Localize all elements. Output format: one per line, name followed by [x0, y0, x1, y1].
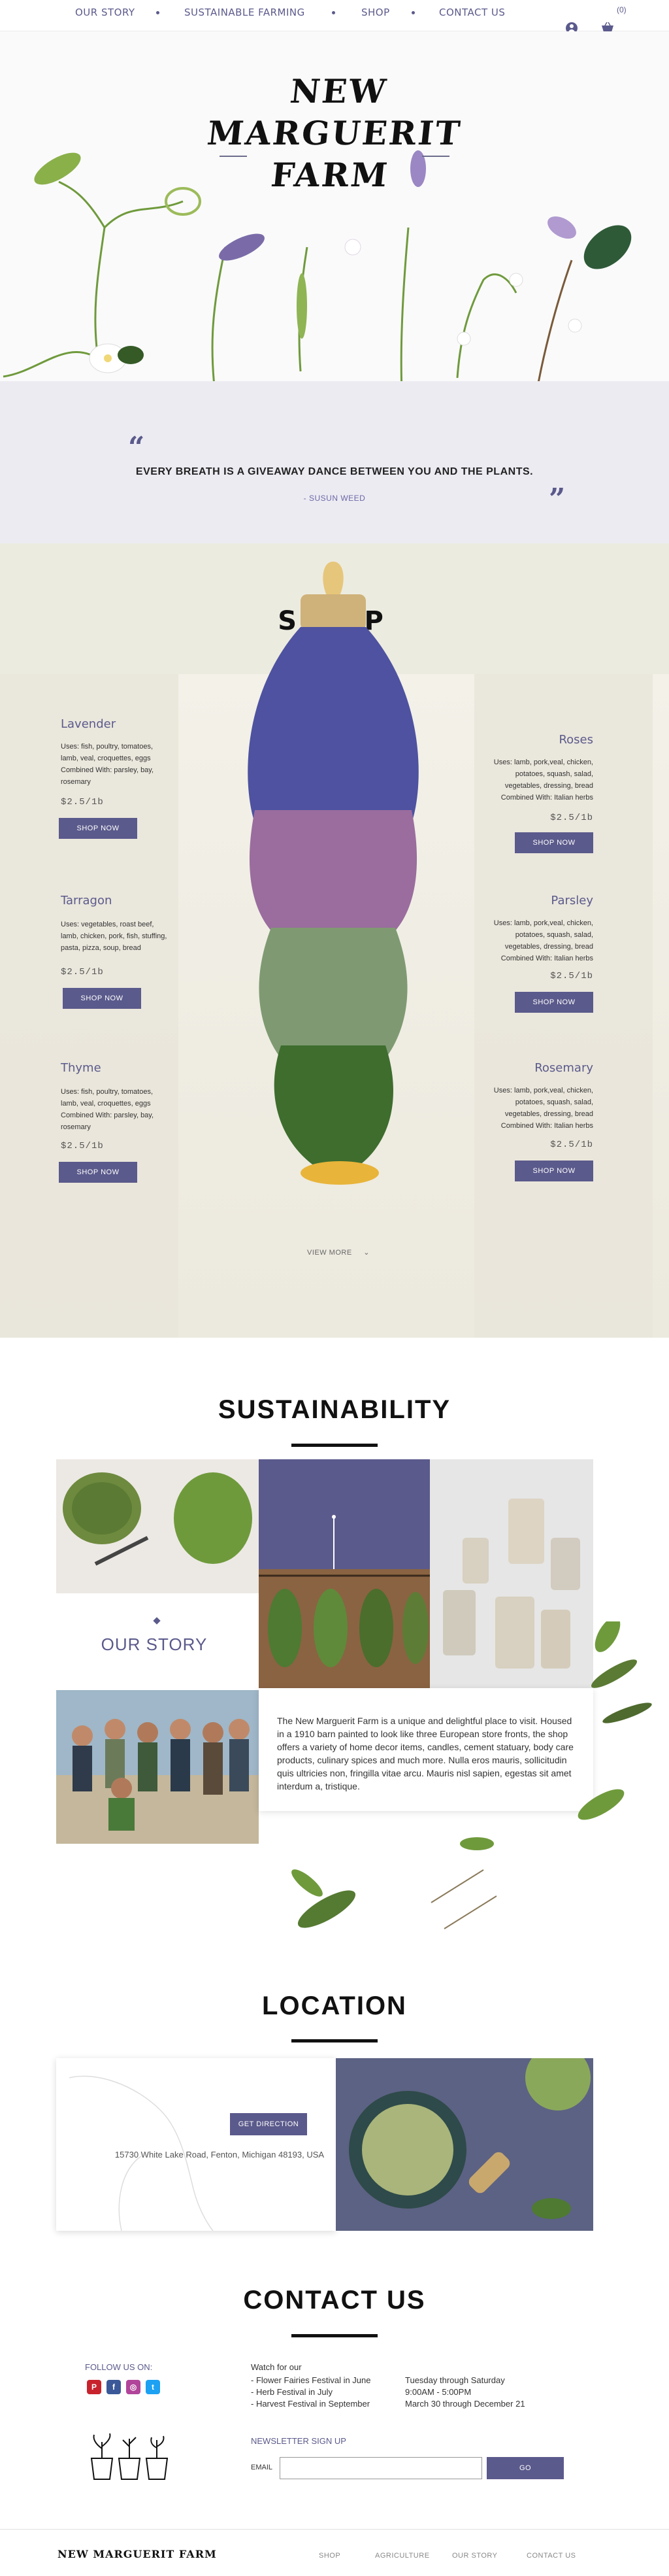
footer-contact-link[interactable]: CONTACT US: [527, 2552, 576, 2560]
herb-bowl-image: [56, 1459, 259, 1593]
follow-label: FOLLOW US ON:: [85, 2362, 153, 2372]
hero-rule-right: [422, 156, 449, 157]
open-quote-icon: “: [128, 431, 145, 464]
go-button[interactable]: GO: [487, 2457, 564, 2479]
email-field[interactable]: [280, 2457, 482, 2479]
shop-now-button[interactable]: SHOP NOW: [63, 988, 141, 1009]
quote-banner: “ EVERY BREATH IS A GIVEAWAY DANCE BETWE…: [0, 381, 669, 543]
product-name-rosemary[interactable]: Rosemary: [487, 1061, 593, 1075]
farm-team-photo: [56, 1690, 259, 1844]
event-item: - Flower Fairies Festival in June: [251, 2375, 371, 2385]
view-more-link[interactable]: VIEW MORE ⌄: [307, 1248, 370, 1257]
product-name-tarragon[interactable]: Tarragon: [61, 894, 112, 907]
location-title: LOCATION: [262, 1991, 407, 2020]
nav-our-story[interactable]: OUR STORY: [75, 7, 135, 18]
footer-agriculture-link[interactable]: AGRICULTURE: [375, 2552, 430, 2560]
footer-shop-link[interactable]: SHOP: [319, 2552, 340, 2560]
event-item: - Herb Festival in July: [251, 2387, 333, 2397]
product-price: $2.5/1b: [550, 813, 593, 823]
product-desc: Uses: fish, poultry, tomatoes, lamb, vea…: [61, 743, 154, 786]
product-desc: Uses: lamb, pork,veal, chicken, potatoes…: [493, 1087, 593, 1130]
hours-item: Tuesday through Saturday: [405, 2375, 505, 2385]
sustainability-title: SUSTAINABILITY: [218, 1395, 451, 1424]
product-desc: Uses: vegetables, roast beef, lamb, chic…: [61, 921, 167, 952]
close-quote-icon: ”: [549, 483, 566, 516]
sustainability-title-rule: [291, 1444, 378, 1447]
product-price: $2.5/1b: [61, 967, 104, 977]
footer-our-story-link[interactable]: OUR STORY: [452, 2552, 498, 2560]
footer-logo[interactable]: NEW MARGUERIT FARM: [57, 2548, 217, 2560]
product-desc: Uses: fish, poultry, tomatoes, lamb, vea…: [61, 1088, 154, 1131]
product-name-parsley[interactable]: Parsley: [487, 894, 593, 907]
shop-section: SHOP Lavender Uses: fish, poultry, tomat…: [0, 543, 669, 1338]
hero-rule-left: [220, 156, 247, 157]
footer: NEW MARGUERIT FARM SHOP AGRICULTURE OUR …: [0, 2529, 669, 2576]
pinterest-icon[interactable]: P: [87, 2380, 101, 2394]
product-name-roses[interactable]: Roses: [487, 733, 593, 747]
contact-title: CONTACT US: [243, 2286, 426, 2314]
michigan-map-outline: [69, 2075, 214, 2231]
nav-contact-us[interactable]: CONTACT US: [439, 7, 505, 18]
shop-now-button[interactable]: SHOP NOW: [515, 992, 593, 1013]
product-price: $2.5/1b: [61, 797, 104, 807]
shop-now-button[interactable]: SHOP NOW: [59, 1162, 137, 1183]
diamond-icon: [153, 1617, 161, 1625]
cart-count: (0): [617, 5, 627, 14]
shop-now-button[interactable]: SHOP NOW: [515, 832, 593, 853]
potted-plants-icon: [90, 2433, 169, 2480]
location-address: 15730 White Lake Road, Fenton, Michigan …: [114, 2150, 325, 2160]
watch-label: Watch for our: [251, 2362, 302, 2372]
hours-item: March 30 through December 21: [405, 2399, 525, 2409]
quote-text: EVERY BREATH IS A GIVEAWAY DANCE BETWEEN…: [135, 466, 534, 477]
nav-shop[interactable]: SHOP: [361, 7, 390, 18]
hero-title-line: FARM: [269, 156, 391, 194]
quote-author: - SUSUN WEED: [303, 494, 366, 503]
product-price: $2.5/1b: [550, 1140, 593, 1150]
location-map-card: GET DIRECTION 15730 White Lake Road, Fen…: [56, 2058, 336, 2231]
hero-title: NEW MARGUERIT FARM: [197, 71, 472, 196]
shop-now-button[interactable]: SHOP NOW: [515, 1161, 593, 1181]
herb-bouquet-image: [248, 562, 419, 1185]
shop-now-button[interactable]: SHOP NOW: [59, 818, 137, 839]
hours-item: 9:00AM - 5:00PM: [405, 2387, 472, 2397]
product-name-thyme[interactable]: Thyme: [61, 1061, 101, 1075]
product-desc: Uses: lamb, pork,veal, chicken, potatoes…: [493, 919, 593, 962]
event-item: - Harvest Festival in September: [251, 2399, 370, 2409]
product-price: $2.5/1b: [550, 971, 593, 981]
newsletter-label: NEWSLETTER SIGN UP: [251, 2436, 346, 2446]
location-herbs-image: [336, 2058, 593, 2231]
chevron-down-icon: ⌄: [363, 1249, 370, 1257]
view-more-label: VIEW MORE: [307, 1249, 352, 1257]
twitter-icon[interactable]: t: [146, 2380, 160, 2394]
product-desc: Uses: lamb, pork,veal, chicken, potatoes…: [493, 758, 593, 802]
leaf-decoration: [291, 1621, 652, 1929]
facebook-icon[interactable]: f: [106, 2380, 121, 2394]
get-direction-button[interactable]: GET DIRECTION: [230, 2113, 307, 2135]
product-price: $2.5/1b: [61, 1141, 104, 1151]
location-title-rule: [291, 2039, 378, 2042]
nav-separator: [412, 11, 415, 14]
hero-banner: NEW MARGUERIT FARM: [0, 31, 669, 381]
hero-title-line: MARGUERIT: [205, 114, 464, 152]
purple-tile: [259, 1459, 430, 1569]
product-name-lavender[interactable]: Lavender: [61, 717, 116, 731]
email-label: EMAIL: [251, 2464, 273, 2471]
instagram-icon[interactable]: ◎: [126, 2380, 140, 2394]
contact-title-rule: [291, 2334, 378, 2337]
nav-separator: [332, 11, 335, 14]
nav-separator: [156, 11, 159, 14]
hero-title-line: NEW: [288, 72, 390, 110]
nav-sustainable-farming[interactable]: SUSTAINABLE FARMING: [184, 7, 305, 18]
our-story-link[interactable]: OUR STORY: [56, 1635, 252, 1655]
